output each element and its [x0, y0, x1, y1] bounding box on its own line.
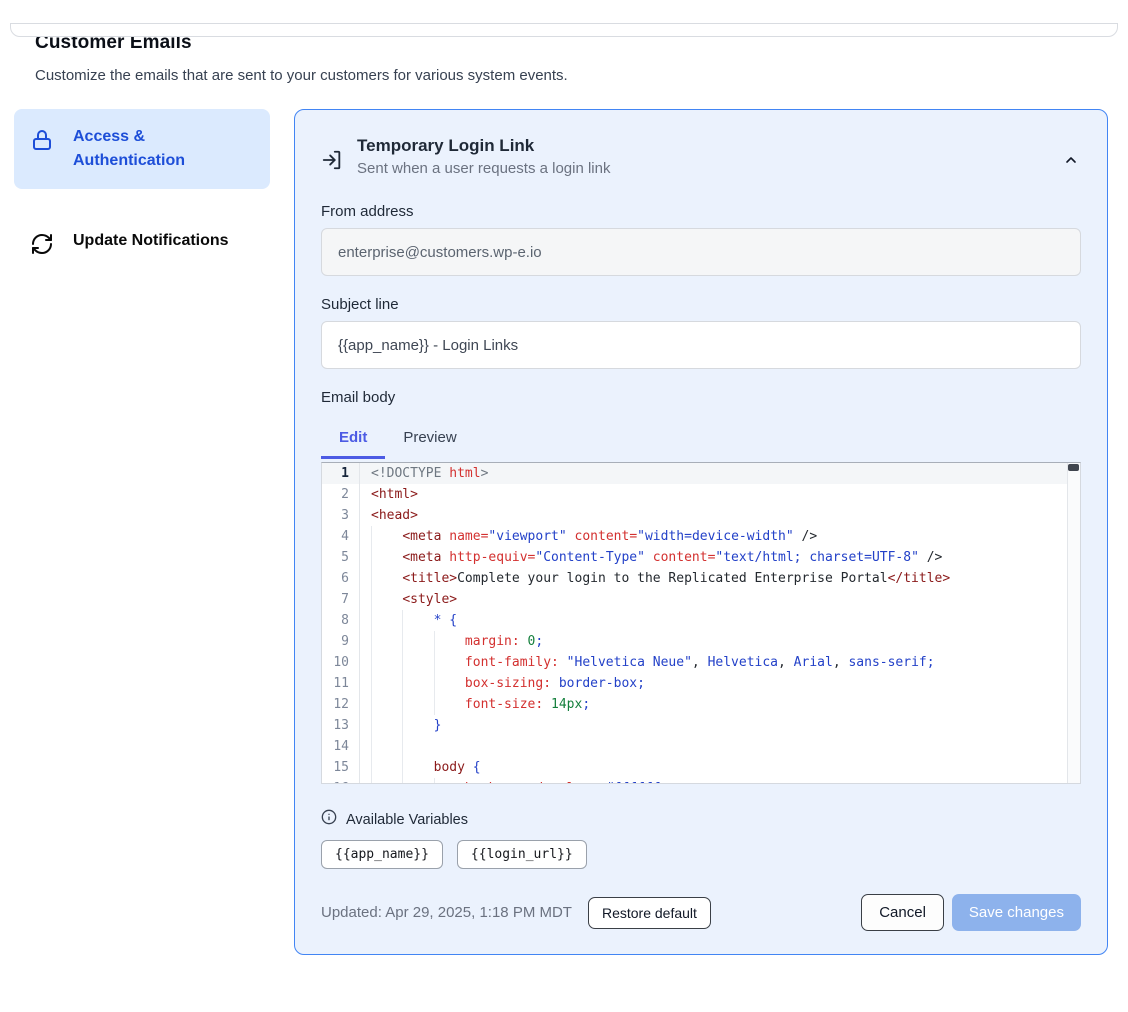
sidebar-item-label: Update Notifications	[73, 229, 229, 253]
from-address-label: From address	[321, 203, 1081, 220]
line-number: 14	[322, 736, 360, 757]
code-line: 5 <meta http-equiv="Content-Type" conten…	[322, 547, 1080, 568]
code-editor-lines: 1<!DOCTYPE html>2<html>3<head>4 <meta na…	[322, 463, 1080, 784]
main-layout: Access & Authentication Update Notificat…	[14, 109, 1108, 955]
restore-default-button[interactable]: Restore default	[588, 897, 711, 929]
line-number: 6	[322, 568, 360, 589]
updated-timestamp: Updated: Apr 29, 2025, 1:18 PM MDT	[321, 904, 572, 921]
line-number: 13	[322, 715, 360, 736]
code-line: 10 font-family: "Helvetica Neue", Helvet…	[322, 652, 1080, 673]
line-number: 12	[322, 694, 360, 715]
lock-icon	[30, 125, 54, 157]
subject-line-label: Subject line	[321, 296, 1081, 313]
code-editor[interactable]: 1<!DOCTYPE html>2<html>3<head>4 <meta na…	[321, 462, 1081, 784]
editor-scrollbar-thumb[interactable]	[1068, 464, 1079, 471]
tab-edit[interactable]: Edit	[321, 420, 385, 459]
code-line: 7 <style>	[322, 589, 1080, 610]
temporary-login-link-panel: Temporary Login Link Sent when a user re…	[294, 109, 1108, 955]
save-changes-button[interactable]: Save changes	[952, 894, 1081, 931]
line-number: 1	[322, 463, 360, 484]
line-number: 15	[322, 757, 360, 778]
code-line: 12 font-size: 14px;	[322, 694, 1080, 715]
variable-chips: {{app_name}} {{login_url}}	[321, 840, 1081, 869]
code-line: 6 <title>Complete your login to the Repl…	[322, 568, 1080, 589]
line-number: 2	[322, 484, 360, 505]
available-variables-label: Available Variables	[346, 812, 468, 828]
variable-chip-app-name[interactable]: {{app_name}}	[321, 840, 443, 869]
chevron-up-icon	[1063, 156, 1079, 171]
code-line: 15 body {	[322, 757, 1080, 778]
available-variables-header: Available Variables	[321, 809, 1081, 830]
variable-chip-login-url[interactable]: {{login_url}}	[457, 840, 587, 869]
code-line: 14	[322, 736, 1080, 757]
code-line: 11 box-sizing: border-box;	[322, 673, 1080, 694]
panel-subtitle: Sent when a user requests a login link	[357, 160, 610, 177]
line-number: 9	[322, 631, 360, 652]
code-line: 1<!DOCTYPE html>	[322, 463, 1080, 484]
email-body-tabs: Edit Preview	[321, 420, 1081, 459]
editor-scrollbar-track[interactable]	[1067, 463, 1080, 783]
tab-preview[interactable]: Preview	[385, 420, 474, 459]
email-body-label: Email body	[321, 389, 1081, 406]
panel-header-text: Temporary Login Link Sent when a user re…	[357, 136, 610, 177]
line-number: 16	[322, 778, 360, 784]
line-number: 7	[322, 589, 360, 610]
subject-line-input[interactable]	[321, 321, 1081, 369]
sidebar-item-label: Access & Authentication	[73, 125, 254, 173]
line-number: 5	[322, 547, 360, 568]
collapse-section-button[interactable]	[1061, 146, 1081, 177]
info-icon	[321, 809, 337, 830]
line-number: 10	[322, 652, 360, 673]
sidebar-item-access-authentication[interactable]: Access & Authentication	[14, 109, 270, 189]
code-line: 3<head>	[322, 505, 1080, 526]
panel-title: Temporary Login Link	[357, 136, 610, 156]
previous-card-bottom-edge	[10, 23, 1118, 37]
from-address-input	[321, 228, 1081, 276]
code-line: 16 background-color: #ffffff;	[322, 778, 1080, 784]
code-line: 9 margin: 0;	[322, 631, 1080, 652]
email-types-sidebar: Access & Authentication Update Notificat…	[14, 109, 270, 277]
page-subtitle: Customize the emails that are sent to yo…	[35, 67, 1128, 84]
line-number: 11	[322, 673, 360, 694]
line-number: 3	[322, 505, 360, 526]
line-number: 4	[322, 526, 360, 547]
line-number: 8	[322, 610, 360, 631]
refresh-icon	[30, 229, 54, 261]
code-line: 13 }	[322, 715, 1080, 736]
code-line: 2<html>	[322, 484, 1080, 505]
code-line: 8 * {	[322, 610, 1080, 631]
sidebar-item-update-notifications[interactable]: Update Notifications	[14, 213, 270, 277]
cancel-button[interactable]: Cancel	[861, 894, 944, 931]
code-line: 4 <meta name="viewport" content="width=d…	[322, 526, 1080, 547]
panel-header: Temporary Login Link Sent when a user re…	[321, 136, 1081, 177]
log-in-icon	[321, 149, 343, 177]
panel-footer: Updated: Apr 29, 2025, 1:18 PM MDT Resto…	[321, 894, 1081, 931]
